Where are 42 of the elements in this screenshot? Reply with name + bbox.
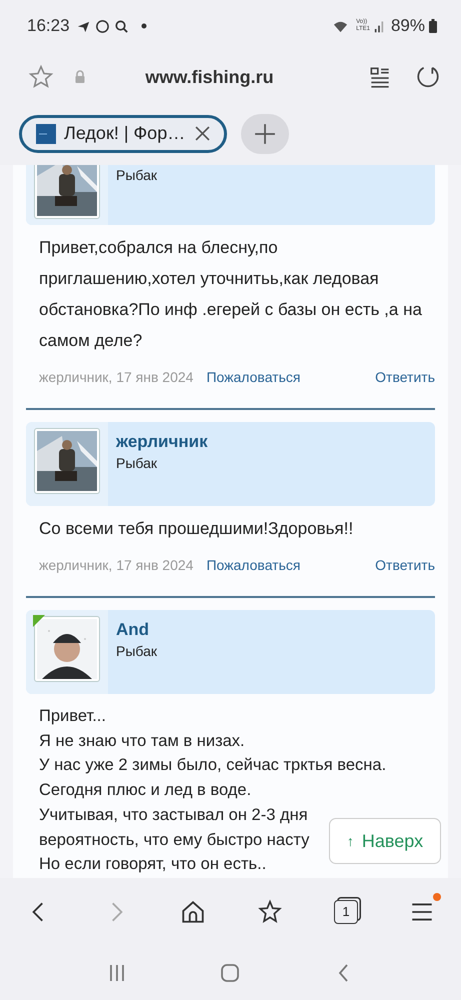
chat-icon — [94, 18, 110, 34]
signal-icon — [374, 20, 384, 32]
tabs-button[interactable]: 1 — [334, 900, 358, 924]
search-icon — [114, 18, 129, 34]
username-link[interactable]: жерличник — [116, 432, 208, 452]
browser-tab[interactable]: Ледок! | Фор… — [19, 114, 227, 152]
lock-icon — [74, 70, 86, 84]
plus-icon — [254, 122, 276, 144]
post-text: Но если говорят, что он есть.. — [39, 854, 266, 876]
close-icon[interactable] — [195, 126, 210, 141]
site-icon — [36, 124, 56, 144]
bookmarks-icon[interactable] — [257, 898, 283, 924]
post-text: вероятность, что ему быстро насту — [39, 830, 310, 851]
back-to-top-button[interactable]: ↑ Наверх — [329, 818, 441, 864]
post-text: Я не знаю что там в низах. — [39, 730, 245, 752]
online-indicator-icon — [33, 615, 45, 627]
reply-link[interactable]: Ответить — [375, 369, 435, 385]
clock: 16:23 — [27, 16, 70, 36]
battery-level: 89% — [390, 16, 425, 36]
post-text: Привет... — [39, 706, 106, 727]
url-field[interactable]: www.fishing.ru — [86, 66, 333, 88]
user-title: Рыбак — [116, 643, 158, 659]
new-tab-button[interactable] — [241, 114, 289, 154]
user-title: Рыбак — [116, 167, 158, 183]
post-text: Сегодня плюс и лед в воде. — [39, 780, 252, 802]
home-button-icon[interactable] — [220, 962, 240, 982]
post-meta: жерличник, 17 янв 2024 — [39, 557, 194, 573]
post-text: Со всеми тебя прошедшими!Здоровья!! — [39, 518, 354, 540]
battery-icon — [429, 19, 437, 33]
post-text: У нас уже 2 зимы было, сейчас трктья весна. — [39, 755, 386, 776]
reply-link[interactable]: Ответить — [375, 557, 435, 573]
post-meta: жерличник, 17 янв 2024 — [39, 369, 194, 385]
star-icon[interactable] — [28, 64, 54, 90]
notification-dot-icon — [140, 23, 147, 29]
home-icon[interactable] — [180, 898, 206, 924]
post-text: Привет,собрался на блесну,по приглашению,хотел уточнитьь,как ледовая обстановка?По инф .егерей с базы он есть ,а на самом деле? — [39, 237, 422, 352]
report-link[interactable]: Пожаловаться — [206, 369, 300, 385]
username-link[interactable]: And — [116, 620, 158, 640]
reload-icon[interactable] — [415, 64, 441, 90]
post-text: Учитывая, что застывал он 2-3 дня — [39, 804, 308, 826]
report-link[interactable]: Пожаловаться — [206, 557, 300, 573]
user-title: Рыбак — [116, 455, 158, 471]
